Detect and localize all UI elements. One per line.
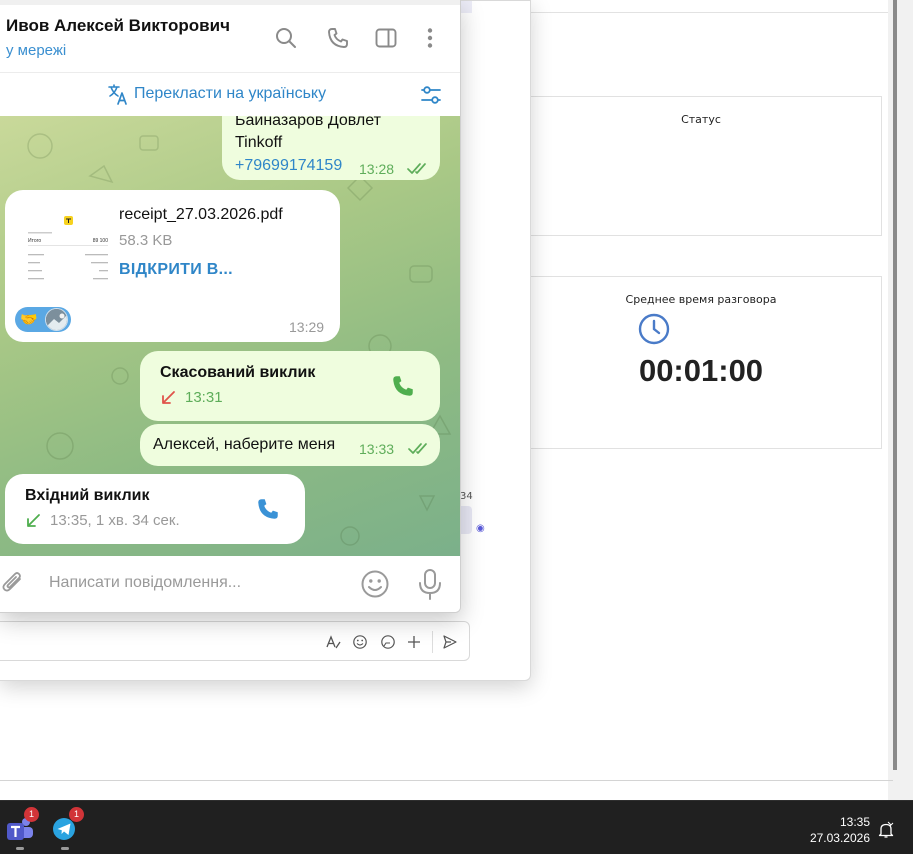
open-file-button[interactable]: ВІДКРИТИ В... xyxy=(119,261,233,279)
message-cancelled-call[interactable]: Скасований виклик 13:31 xyxy=(140,351,440,421)
call-back-phone-icon[interactable] xyxy=(390,373,416,399)
pdf-thumb-total-label: Итого xyxy=(28,238,41,244)
phone-number-link[interactable]: +79699174159 xyxy=(235,157,342,175)
status-card-title: Статус xyxy=(681,113,721,126)
search-icon[interactable] xyxy=(274,26,298,50)
taskbar: 1 1 13:35 27.03.2026 xyxy=(0,800,913,854)
call-title: Вхідний виклик xyxy=(25,487,150,504)
reaction-avatar xyxy=(45,308,68,331)
page-bottom-divider xyxy=(0,780,893,781)
taskbar-telegram[interactable]: 1 xyxy=(48,807,84,850)
call-title: Скасований виклик xyxy=(160,364,316,381)
double-check-icon xyxy=(407,163,426,174)
file-name[interactable]: receipt_27.03.2026.pdf xyxy=(119,206,283,224)
translate-settings-icon[interactable] xyxy=(419,83,443,107)
translate-bar[interactable]: Перекласти на українську xyxy=(0,74,460,116)
call-back-phone-icon[interactable] xyxy=(255,496,281,522)
taskbar-clock-date[interactable]: 27.03.2026 xyxy=(800,831,870,845)
message-composer[interactable]: Написати повідомлення... xyxy=(0,556,460,612)
sidebar-panel-icon[interactable] xyxy=(374,26,398,50)
telegram-window: Ивов Алексей Викторович у мережі Перекла… xyxy=(0,0,461,613)
toolbar-separator xyxy=(432,631,433,653)
call-time: 13:31 xyxy=(185,389,223,406)
microphone-icon[interactable] xyxy=(416,568,444,600)
pdf-thumb-total-value: 89 100 xyxy=(93,238,109,244)
message-time: 13:29 xyxy=(289,319,325,335)
taskbar-teams[interactable]: 1 xyxy=(3,807,39,850)
avg-call-time-card: Среднее время разговора 00:01:00 xyxy=(520,276,882,449)
emoji-icon[interactable] xyxy=(352,634,368,650)
contact-name[interactable]: Ивов Алексей Викторович xyxy=(6,16,230,36)
avg-call-time-title: Среднее время разговора xyxy=(625,293,777,306)
add-icon[interactable] xyxy=(406,634,422,650)
emoji-icon[interactable] xyxy=(360,569,390,599)
message-time: 13:33 xyxy=(359,441,395,457)
page-scrollbar-thumb[interactable] xyxy=(893,0,897,770)
message-file[interactable]: Итого 89 100 receipt_27.03.2026.pdf 58.3… xyxy=(5,190,340,342)
clock-icon xyxy=(638,313,670,345)
incoming-call-arrow-icon xyxy=(27,514,40,527)
status-card: Статус xyxy=(520,96,882,236)
notification-badge: 1 xyxy=(24,807,39,822)
running-indicator xyxy=(61,847,69,850)
more-vertical-icon[interactable] xyxy=(418,26,442,50)
notification-badge: 1 xyxy=(69,807,84,822)
message-reaction[interactable]: 🤝 xyxy=(15,307,71,332)
sticker-icon[interactable] xyxy=(380,634,396,650)
message-time: 13:28 xyxy=(359,161,395,177)
seen-eye-icon: ◉ xyxy=(476,523,485,534)
taskbar-clock-time[interactable]: 13:35 xyxy=(820,815,870,829)
format-text-icon[interactable] xyxy=(325,634,341,650)
background-message-input[interactable] xyxy=(0,621,470,661)
missed-call-arrow-icon xyxy=(162,391,175,404)
background-message-bubble xyxy=(460,506,472,534)
avg-call-time-value: 00:01:00 xyxy=(638,353,764,388)
pdf-thumbnail[interactable]: Итого 89 100 xyxy=(25,212,111,292)
page-scrollbar[interactable] xyxy=(888,0,913,800)
contact-status: у мережі xyxy=(6,42,67,59)
send-icon[interactable] xyxy=(442,634,458,650)
translate-button[interactable]: Перекласти на українську xyxy=(134,85,326,103)
message-previous[interactable]: Байназаров Довлет Tinkoff +79699174159 1… xyxy=(222,116,440,180)
handshake-reaction: 🤝 xyxy=(20,311,38,327)
running-indicator xyxy=(16,847,24,850)
background-message-peek xyxy=(460,1,472,13)
chat-header[interactable]: Ивов Алексей Викторович у мережі xyxy=(0,5,460,73)
paperclip-icon[interactable] xyxy=(0,570,28,598)
call-detail: 13:35, 1 хв. 34 сек. xyxy=(50,512,180,529)
message-body: Алексей, наберите меня xyxy=(153,436,336,453)
double-check-icon xyxy=(408,443,427,454)
dashboard-top-divider xyxy=(530,12,890,13)
chat-area[interactable]: Байназаров Довлет Tinkoff +79699174159 1… xyxy=(0,116,460,556)
message-text-line: Байназаров Довлет xyxy=(235,116,381,129)
message-input[interactable]: Написати повідомлення... xyxy=(49,574,241,592)
translate-icon xyxy=(108,84,127,105)
message-incoming-call[interactable]: Вхідний виклик 13:35, 1 хв. 34 сек. xyxy=(5,474,305,544)
message-text-line: Tinkoff xyxy=(235,134,283,151)
message-text[interactable]: Алексей, наберите меня 13:33 xyxy=(140,424,440,466)
notification-bell-icon[interactable] xyxy=(877,821,895,839)
background-message-time: 34 xyxy=(460,491,473,502)
file-size: 58.3 KB xyxy=(119,232,173,249)
phone-icon[interactable] xyxy=(326,26,350,50)
